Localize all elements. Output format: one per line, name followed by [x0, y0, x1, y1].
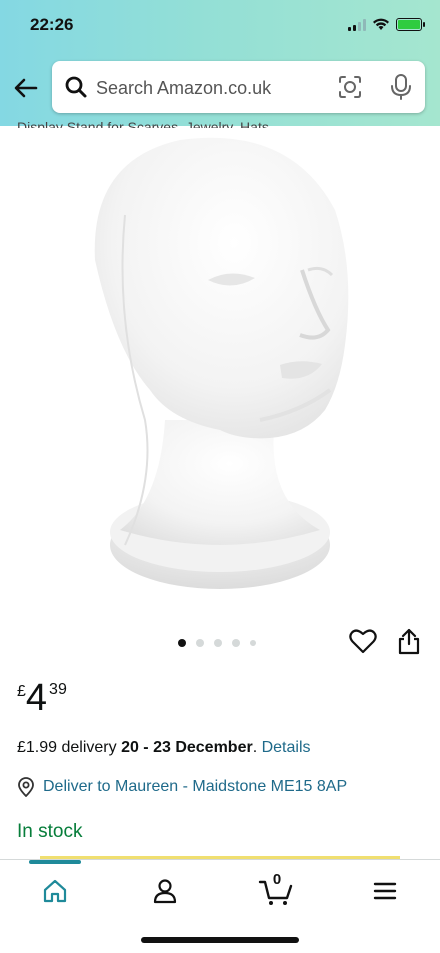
person-icon	[153, 879, 177, 904]
home-icon	[43, 879, 67, 903]
carousel-dot[interactable]	[178, 639, 186, 647]
carousel-dot[interactable]	[214, 639, 222, 647]
carousel-dot[interactable]	[232, 639, 240, 647]
cellular-signal-icon	[348, 18, 366, 31]
status-icons	[348, 18, 425, 31]
delivery-cost: £1.99 delivery	[17, 739, 122, 756]
location-pin-icon	[18, 777, 34, 797]
carousel-dot[interactable]	[196, 639, 204, 647]
price-fraction: 39	[49, 681, 67, 698]
delivery-info: £1.99 delivery 20 - 23 December. Details	[17, 739, 311, 757]
active-tab-indicator	[29, 860, 81, 864]
price-whole: 4	[25, 677, 48, 719]
status-time: 22:26	[30, 15, 74, 34]
microphone-icon[interactable]	[390, 73, 412, 101]
search-icon	[65, 76, 87, 98]
tab-home[interactable]	[35, 874, 75, 908]
image-carousel-dots[interactable]	[178, 639, 256, 647]
camera-lens-icon[interactable]	[337, 74, 363, 100]
deliver-to-location[interactable]: Deliver to Maureen - Maidstone ME15 8AP	[17, 777, 347, 797]
battery-icon	[396, 18, 425, 31]
deliver-to-text[interactable]: Deliver to Maureen - Maidstone ME15 8AP	[43, 778, 347, 796]
home-indicator[interactable]	[141, 937, 299, 943]
search-placeholder: Search Amazon.co.uk	[96, 78, 272, 98]
product-price: £ 4 39	[17, 678, 67, 718]
wifi-icon	[373, 18, 389, 30]
tab-menu[interactable]	[365, 874, 405, 908]
heart-icon[interactable]	[349, 628, 377, 654]
search-input[interactable]: Search Amazon.co.uk	[52, 61, 425, 113]
product-image[interactable]	[60, 120, 380, 620]
delivery-details-link[interactable]: Details	[262, 739, 311, 756]
cart-count-badge: 0	[272, 871, 282, 888]
delivery-separator: .	[252, 739, 262, 756]
stock-status: In stock	[17, 821, 83, 842]
back-arrow-icon[interactable]	[12, 74, 40, 102]
share-icon[interactable]	[397, 627, 421, 655]
menu-icon	[373, 882, 397, 900]
delivery-dates: 20 - 23 December	[121, 739, 253, 756]
tab-account[interactable]	[145, 874, 185, 908]
app-header: 22:26 Search Amazon.co.uk	[0, 0, 440, 126]
price-currency: £	[17, 683, 26, 700]
carousel-dot[interactable]	[250, 640, 256, 646]
